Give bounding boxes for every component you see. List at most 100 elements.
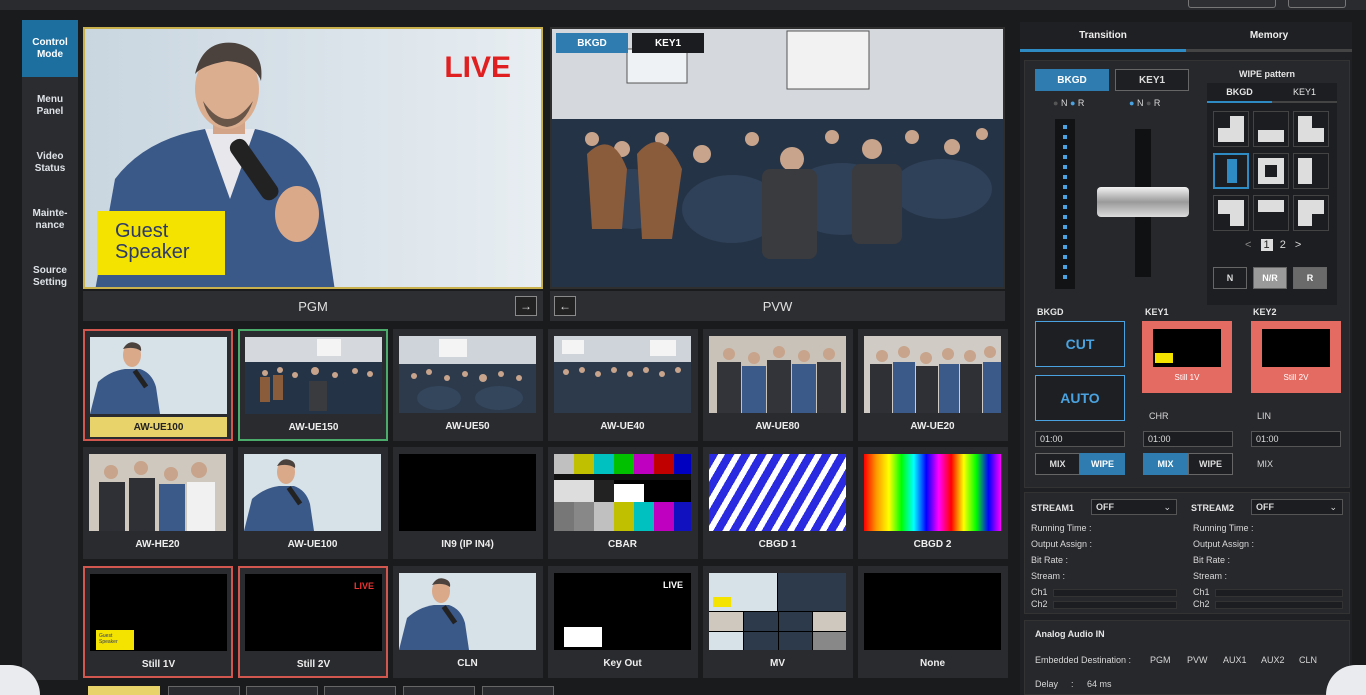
source-button-mv[interactable]: MV: [703, 566, 853, 678]
dest-aux2[interactable]: AUX2: [1261, 655, 1285, 665]
auto-button[interactable]: AUTO: [1035, 375, 1125, 421]
wipe-pattern-corner-bl[interactable]: [1213, 195, 1249, 231]
source-label: CBGD 1: [758, 538, 797, 550]
source-button-in9[interactable]: IN9 (IP IN4): [393, 447, 543, 559]
bkgd-time-field[interactable]: 01:00: [1035, 431, 1125, 447]
key1-mix-button[interactable]: MIX: [1143, 453, 1188, 475]
key2-time-field[interactable]: 01:00: [1251, 431, 1341, 447]
source-button-aw-ue80[interactable]: AW-UE80: [703, 329, 853, 441]
chevron-down-icon: ⌄: [1329, 501, 1337, 512]
stream1-select[interactable]: OFF ⌄: [1091, 499, 1177, 515]
source-button-key-out[interactable]: LIVE Key Out: [548, 566, 698, 678]
key1-source-label: Still 1V: [1174, 373, 1200, 382]
memory-tab[interactable]: [246, 686, 318, 695]
page-next-icon[interactable]: >: [1295, 239, 1301, 251]
stream2-label: STREAM2: [1191, 503, 1235, 513]
source-button-aw-ue40[interactable]: AW-UE40: [548, 329, 698, 441]
sidebar-item-source-setting[interactable]: Source Setting: [22, 248, 78, 305]
page-1[interactable]: 1: [1260, 239, 1273, 251]
analog-audio-title: Analog Audio IN: [1035, 629, 1105, 639]
source-button-cbgd-1[interactable]: CBGD 1: [703, 447, 853, 559]
key1-wipe-button[interactable]: WIPE: [1188, 453, 1233, 475]
source-button-cln[interactable]: CLN: [393, 566, 543, 678]
cut-button[interactable]: CUT: [1035, 321, 1125, 367]
arrow-left-icon[interactable]: ←: [554, 296, 576, 316]
top-bar-button[interactable]: [1288, 0, 1346, 8]
t-bar-fader[interactable]: [1097, 187, 1189, 217]
page-prev-icon[interactable]: <: [1245, 239, 1251, 251]
source-button-cbgd-2[interactable]: CBGD 2: [858, 447, 1008, 559]
key1-preview: [1153, 329, 1221, 367]
bkgd-mix-button[interactable]: MIX: [1035, 453, 1080, 475]
tab-transition[interactable]: Transition: [1020, 22, 1186, 52]
memory-tab[interactable]: [88, 686, 160, 695]
pvw-tab-key1[interactable]: KEY1: [632, 33, 704, 53]
page-2[interactable]: 2: [1280, 239, 1286, 251]
bkgd-wipe-button[interactable]: WIPE: [1080, 453, 1125, 475]
memory-tab[interactable]: [324, 686, 396, 695]
wipe-tab-key1[interactable]: KEY1: [1272, 83, 1337, 103]
source-button-aw-ue150[interactable]: AW-UE150: [238, 329, 388, 441]
source-button-aw-ue100-2[interactable]: AW-UE100: [238, 447, 388, 559]
source-button-aw-he20[interactable]: AW-HE20: [83, 447, 233, 559]
key1-time-field[interactable]: 01:00: [1143, 431, 1233, 447]
wipe-dir-nr-button[interactable]: N/R: [1253, 267, 1287, 289]
wipe-pattern-box[interactable]: [1253, 153, 1289, 189]
wipe-dir-r-button[interactable]: R: [1293, 267, 1327, 289]
sidebar-item-video-status[interactable]: Video Status: [22, 134, 78, 191]
caption-line-1: Guest: [115, 220, 169, 242]
wipe-pattern-corner-tl[interactable]: [1213, 111, 1249, 147]
memory-tab[interactable]: [403, 686, 475, 695]
sidebar-item-menu-panel[interactable]: Menu Panel: [22, 77, 78, 134]
key1-still-button[interactable]: Still 1V: [1142, 321, 1232, 393]
dest-cln[interactable]: CLN: [1299, 655, 1317, 665]
source-thumbnail: [864, 336, 1001, 413]
transition-key1-button[interactable]: KEY1: [1115, 69, 1189, 91]
wipe-pattern-bottom[interactable]: [1253, 111, 1289, 147]
source-thumbnail: LIVE: [245, 574, 382, 651]
stream1-bit-rate: Bit Rate :: [1031, 555, 1069, 565]
pvw-tab-bkgd[interactable]: BKGD: [556, 33, 628, 53]
source-label: None: [920, 657, 945, 669]
source-thumbnail: [399, 454, 536, 531]
stream2-select[interactable]: OFF ⌄: [1251, 499, 1343, 515]
sidebar-item-maintenance[interactable]: Mainte- nance: [22, 191, 78, 248]
dest-pvw[interactable]: PVW: [1187, 655, 1208, 665]
tab-memory[interactable]: Memory: [1186, 22, 1352, 52]
key2-label: KEY2: [1253, 307, 1277, 317]
source-button-aw-ue50[interactable]: AW-UE50: [393, 329, 543, 441]
wipe-pattern-corner-br[interactable]: [1293, 195, 1329, 231]
source-label: AW-UE40: [600, 420, 645, 432]
source-label: CBAR: [608, 538, 637, 550]
top-bar-button[interactable]: [1188, 0, 1276, 8]
key2-type-label: LIN: [1257, 411, 1272, 421]
stream1-ch2-meter: [1053, 601, 1177, 609]
stream1-ch1-meter: [1053, 589, 1177, 597]
wipe-tab-bkgd[interactable]: BKGD: [1207, 83, 1272, 103]
arrow-right-icon[interactable]: →: [515, 296, 537, 316]
dest-aux1[interactable]: AUX1: [1223, 655, 1247, 665]
memory-tab[interactable]: [168, 686, 240, 695]
sidebar-item-control-mode[interactable]: Control Mode: [22, 20, 78, 77]
wipe-pattern-vertical[interactable]: [1213, 153, 1249, 189]
source-button-aw-ue20[interactable]: AW-UE20: [858, 329, 1008, 441]
wipe-dir-n-button[interactable]: N: [1213, 267, 1247, 289]
wipe-pattern-corner-tr[interactable]: [1293, 111, 1329, 147]
source-button-still-1v[interactable]: Guest Speaker Still 1V: [83, 566, 233, 678]
source-button-cbar[interactable]: CBAR: [548, 447, 698, 559]
stream1-value: OFF: [1096, 502, 1114, 512]
memory-tab[interactable]: [482, 686, 554, 695]
source-button-still-2v[interactable]: LIVE Still 2V: [238, 566, 388, 678]
transition-bkgd-button[interactable]: BKGD: [1035, 69, 1109, 91]
dest-pgm[interactable]: PGM: [1150, 655, 1171, 665]
source-thumbnail: LIVE: [554, 573, 691, 650]
live-indicator: LIVE: [444, 51, 511, 84]
source-label: IN9 (IP IN4): [441, 538, 494, 550]
wipe-pattern-top[interactable]: [1253, 195, 1289, 231]
source-button-aw-ue100[interactable]: AW-UE100: [83, 329, 233, 441]
right-tabs: Transition Memory: [1020, 22, 1352, 52]
source-button-none[interactable]: None: [858, 566, 1008, 678]
wipe-pattern-right[interactable]: [1293, 153, 1329, 189]
lower-third-caption: Guest Speaker: [97, 211, 225, 275]
key2-still-button[interactable]: Still 2V: [1251, 321, 1341, 393]
